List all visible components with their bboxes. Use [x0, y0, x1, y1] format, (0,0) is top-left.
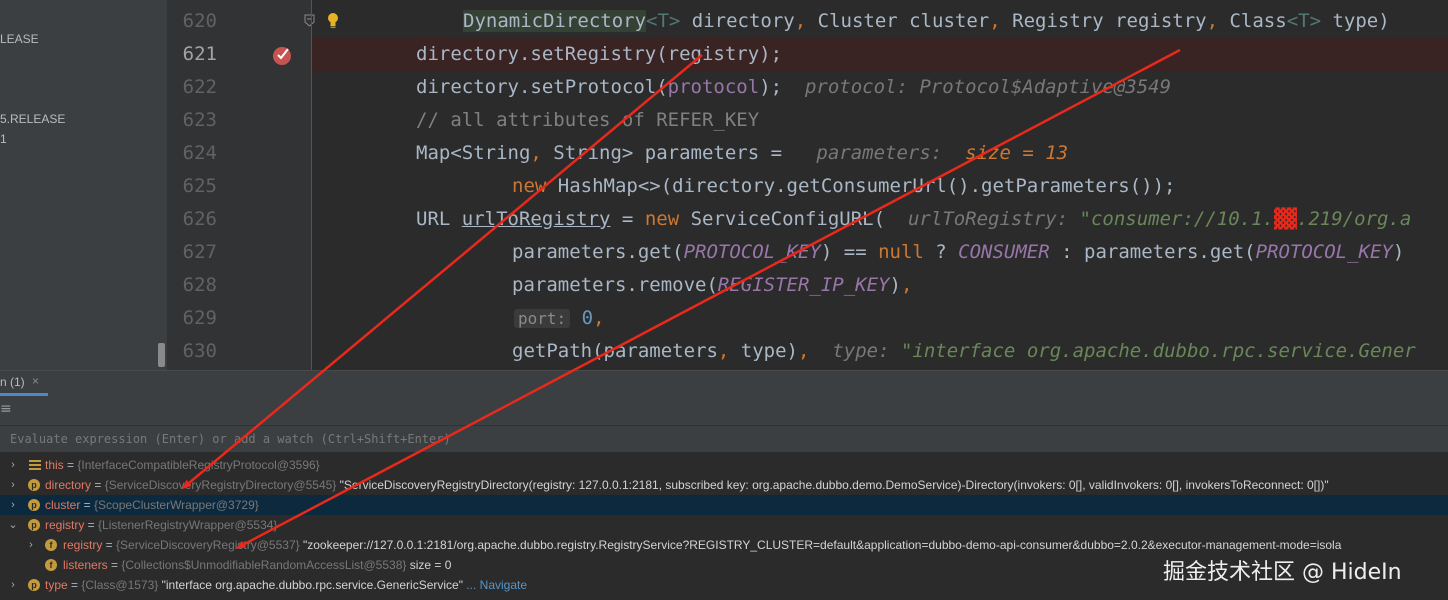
variable-name: type: [45, 578, 68, 592]
variable-row[interactable]: › f registry = {ServiceDiscoveryRegistry…: [0, 535, 1448, 555]
object-fields-icon: [29, 460, 41, 470]
variable-name: registry: [45, 518, 85, 532]
code-line-626[interactable]: URL urlToRegistry = new ServiceConfigURL…: [416, 203, 1411, 236]
variable-row[interactable]: › p cluster = {ScopeClusterWrapper@3729}: [0, 495, 1448, 515]
code-line-622[interactable]: directory.setProtocol(protocol); protoco…: [416, 71, 1171, 104]
variable-value: "zookeeper://127.0.0.1:2181/org.apache.d…: [302, 538, 1342, 552]
line-number: 630: [182, 340, 217, 362]
line-number: 620: [182, 10, 217, 32]
project-item[interactable]: LEASE: [0, 32, 39, 46]
active-tab-indicator: [0, 393, 48, 396]
variable-type: {ListenerRegistryWrapper@5534}: [98, 518, 278, 532]
variable-type: {ServiceDiscoveryRegistryDirectory@5545}: [104, 478, 337, 492]
code-line-625[interactable]: new HashMap<>(directory.getConsumerUrl()…: [512, 170, 1175, 203]
inline-debug-value: type:: [832, 340, 901, 362]
variable-name: cluster: [45, 498, 81, 512]
menu-icon[interactable]: ≡: [0, 401, 12, 417]
close-icon[interactable]: ×: [32, 374, 39, 388]
code-line-629[interactable]: port: 0,: [514, 302, 605, 335]
variable-name: listeners: [63, 558, 108, 572]
navigate-link[interactable]: ... Navigate: [466, 578, 527, 592]
line-number: 622: [182, 76, 217, 98]
variable-type: {Collections$UnmodifiableRandomAccessLis…: [121, 558, 407, 572]
debug-toolbar: ≡: [0, 397, 1448, 426]
inline-debug-value: parameters:: [816, 142, 954, 164]
field-icon: f: [45, 559, 57, 571]
code-editor[interactable]: DynamicDirectory<T> directory, Cluster c…: [312, 0, 1448, 370]
code-line-630[interactable]: getPath(parameters, type), type: "interf…: [512, 335, 1416, 368]
parameter-hint: port:: [514, 309, 571, 328]
variable-value: size = 0: [406, 558, 452, 572]
variable-type: {ServiceDiscoveryRegistry@5537}: [116, 538, 300, 552]
variable-name: registry: [63, 538, 103, 552]
chevron-right-icon[interactable]: ›: [7, 575, 19, 595]
code-line-623[interactable]: // all attributes of REFER_KEY: [416, 104, 759, 137]
inline-debug-value: protocol: Protocol$Adaptive@3549: [804, 76, 1172, 98]
variable-row[interactable]: ⌄ p registry = {ListenerRegistryWrapper@…: [0, 515, 1448, 535]
variable-value: "ServiceDiscoveryRegistryDirectory(regis…: [339, 478, 1329, 492]
line-number: 629: [182, 307, 217, 329]
project-item[interactable]: 1: [0, 132, 7, 146]
variable-type: {Class@1573}: [81, 578, 159, 592]
parameter-icon: p: [28, 519, 40, 531]
parameter-icon: p: [28, 499, 40, 511]
variable-name: directory: [45, 478, 92, 492]
line-number: 624: [182, 142, 217, 164]
project-panel: LEASE 5.RELEASE 1: [0, 0, 167, 370]
evaluate-expression-input[interactable]: [0, 426, 1440, 452]
evaluate-bar: [0, 426, 1448, 453]
code-line-624[interactable]: Map<String, String> parameters = paramet…: [416, 137, 1068, 170]
variable-type: {ScopeClusterWrapper@3729}: [94, 498, 259, 512]
chevron-right-icon[interactable]: ›: [7, 475, 19, 495]
project-item[interactable]: 5.RELEASE: [0, 112, 65, 126]
redaction-scribble: ▓▓: [1274, 208, 1297, 230]
tab-debug-session[interactable]: n (1): [0, 375, 25, 389]
code-line-620[interactable]: DynamicDirectory<T> directory, Cluster c…: [463, 5, 1390, 38]
line-number: 623: [182, 109, 217, 131]
debug-tab-bar: n (1) ×: [0, 370, 1448, 397]
field-icon: f: [45, 539, 57, 551]
parameter-icon: p: [28, 479, 40, 491]
chevron-down-icon[interactable]: ⌄: [7, 515, 19, 535]
chevron-right-icon[interactable]: ›: [7, 495, 19, 515]
breakpoint-icon[interactable]: [271, 43, 295, 67]
variable-type: {InterfaceCompatibleRegistryProtocol@359…: [77, 458, 320, 472]
variable-row[interactable]: › this = {InterfaceCompatibleRegistryPro…: [0, 455, 1448, 475]
variable-row[interactable]: › p directory = {ServiceDiscoveryRegistr…: [0, 475, 1448, 495]
line-number: 625: [182, 175, 217, 197]
project-scrollbar[interactable]: [158, 343, 165, 367]
line-number: 621: [182, 43, 217, 65]
variable-value: "interface org.apache.dubbo.rpc.service.…: [161, 578, 463, 592]
code-line-621[interactable]: directory.setRegistry(registry);: [416, 38, 782, 71]
chevron-right-icon[interactable]: ›: [25, 535, 37, 555]
code-line-628[interactable]: parameters.remove(REGISTER_IP_KEY),: [512, 269, 912, 302]
line-number: 626: [182, 208, 217, 230]
line-number: 627: [182, 241, 217, 263]
watermark: 掘金技术社区 @ HideIn: [1163, 560, 1402, 585]
chevron-right-icon[interactable]: ›: [7, 455, 19, 475]
parameter-icon: p: [28, 579, 40, 591]
inline-debug-value: urlToRegistry:: [907, 208, 1080, 230]
variable-name: this: [45, 458, 64, 472]
code-line-627[interactable]: parameters.get(PROTOCOL_KEY) == null ? C…: [512, 236, 1404, 269]
line-number: 628: [182, 274, 217, 296]
